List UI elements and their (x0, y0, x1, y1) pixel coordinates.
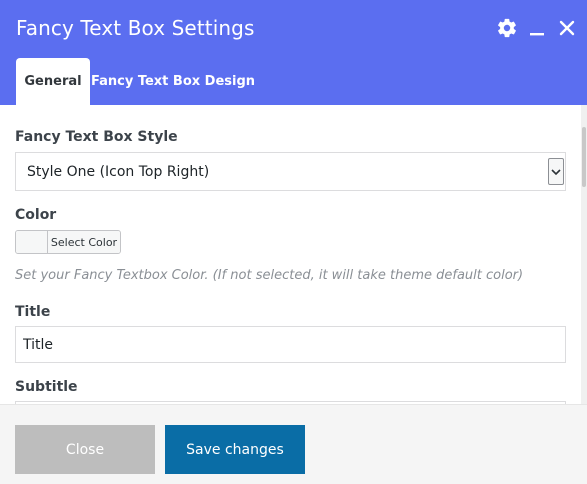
settings-form: Fancy Text Box Style Style One (Icon Top… (0, 105, 587, 404)
save-changes-button[interactable]: Save changes (165, 425, 305, 474)
content-scrollbar[interactable] (581, 105, 587, 404)
tab-fancy-text-box-design[interactable]: Fancy Text Box Design (90, 58, 256, 105)
style-select[interactable]: Style One (Icon Top Right) (15, 152, 566, 191)
style-label: Fancy Text Box Style (15, 129, 178, 145)
style-select-value: Style One (Icon Top Right) (27, 163, 210, 180)
color-label: Color (15, 207, 57, 223)
color-picker-button[interactable]: Select Color (15, 230, 121, 254)
dialog-title: Fancy Text Box Settings (16, 16, 255, 40)
scrollbar-thumb[interactable] (582, 127, 586, 187)
title-label: Title (15, 304, 51, 320)
title-input[interactable] (15, 326, 566, 363)
select-color-label: Select Color (48, 231, 120, 253)
dialog-footer: Close Save changes (0, 404, 587, 484)
chevron-down-icon (548, 158, 564, 185)
dialog-header: Fancy Text Box Settings General Fancy Te… (0, 0, 587, 105)
color-hint: Set your Fancy Textbox Color. (If not se… (15, 268, 524, 283)
tab-bar: General Fancy Text Box Design (16, 58, 256, 105)
close-icon[interactable] (555, 16, 579, 40)
minimize-icon[interactable] (525, 16, 549, 40)
color-swatch (16, 231, 48, 253)
header-controls (495, 16, 579, 40)
gear-icon[interactable] (495, 16, 519, 40)
subtitle-label: Subtitle (15, 379, 78, 395)
tab-general[interactable]: General (16, 58, 90, 105)
close-button[interactable]: Close (15, 425, 155, 474)
